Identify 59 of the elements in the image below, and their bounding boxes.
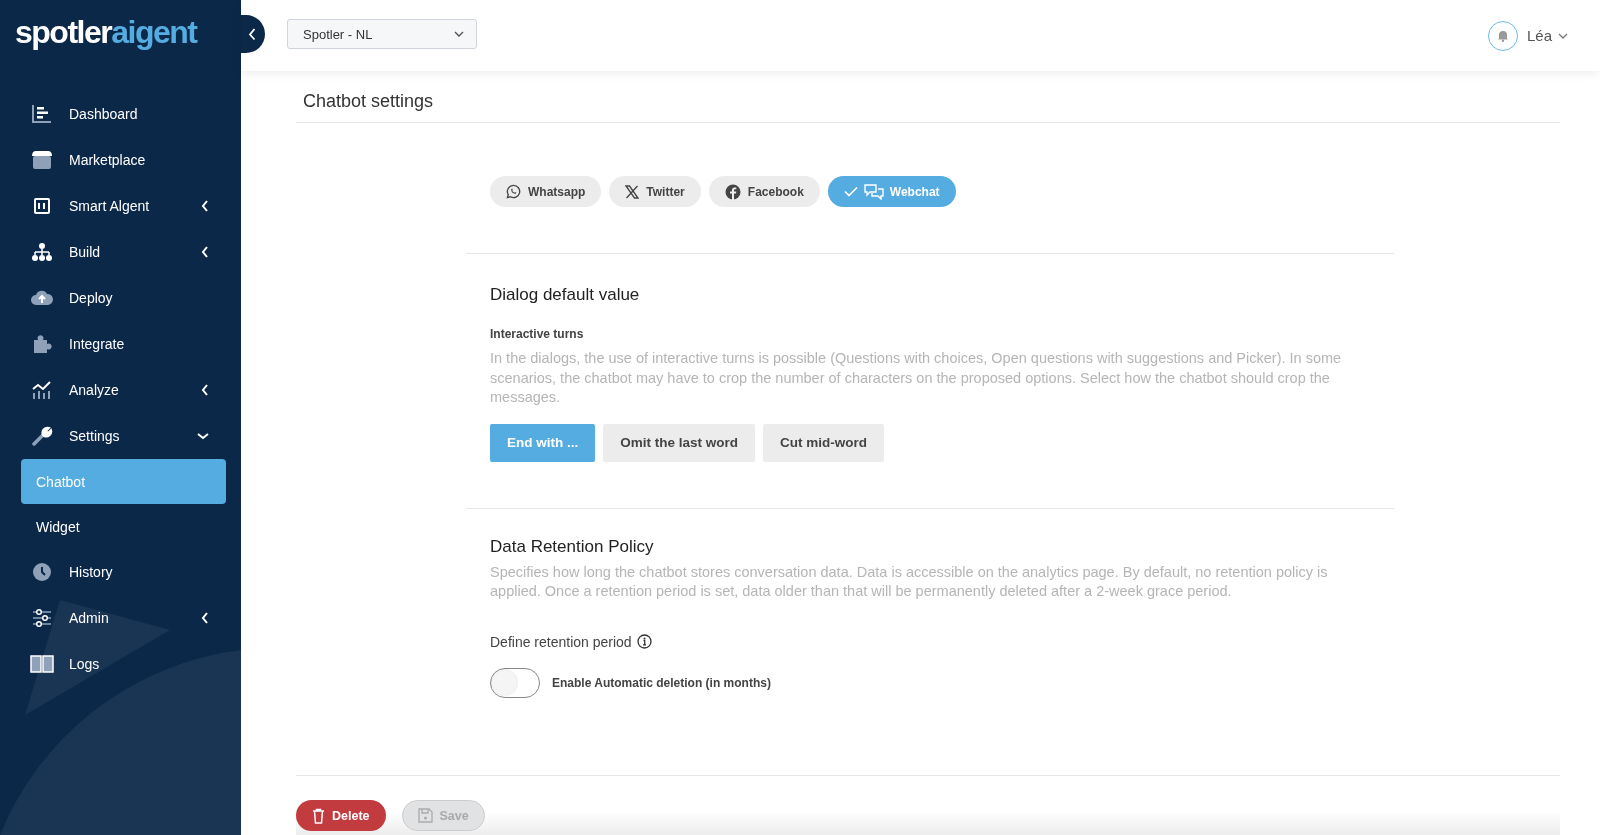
delete-button[interactable]: Delete: [296, 800, 386, 831]
field-label: Interactive turns: [490, 327, 585, 341]
puzzle-icon: [31, 334, 53, 354]
channel-chip[interactable]: Twitter: [609, 176, 701, 207]
hierarchy-icon: [31, 242, 53, 262]
section-title: Dialog default value: [490, 285, 641, 305]
sidebar-subitem[interactable]: Widget: [21, 504, 226, 549]
x-logo-icon: [625, 184, 640, 199]
check-icon: [843, 186, 858, 197]
chat-bubbles-icon: [863, 183, 884, 200]
clock-icon: [31, 562, 53, 582]
sidebar-item[interactable]: Integrate: [0, 321, 241, 367]
toggle-switch[interactable]: [490, 667, 540, 698]
sidebar-item[interactable]: Marketplace: [0, 137, 241, 183]
sidebar-item[interactable]: Analyze: [0, 367, 241, 413]
chevron-down-icon: [197, 432, 209, 440]
dashboard-icon: [31, 104, 53, 124]
cloud-upload-icon: [30, 288, 54, 308]
channel-chip[interactable]: Facebook: [708, 176, 820, 207]
chevron-left-icon: [201, 200, 209, 212]
trash-icon: [312, 807, 325, 824]
wrench-icon: [31, 426, 53, 446]
chevron-left-icon: [201, 246, 209, 258]
sidebar-item[interactable]: Settings: [0, 413, 241, 459]
store-icon: [31, 150, 53, 170]
whatsapp-icon: [506, 184, 521, 199]
section-description: In the dialogs, the use of interactive turns is possible (Questions with choices, Open questions with suggestions and Picker). In some scenarios, the chatbot may have to crop the number of characters on the proposed options. Select how the chatbot should crop the messages.: [490, 349, 1343, 407]
chevron-left-icon: [201, 612, 209, 624]
notifications-button[interactable]: [1487, 20, 1518, 51]
chevron-left-icon: [248, 27, 256, 41]
section-description: Specifies how long the chatbot stores conversation data. Data is accessible on the analytics page. By default, no retention policy is applied. Once a retention period is set, data older than that will be permanently deleted after a 2-week grace period.: [490, 562, 1329, 601]
crop-option-button[interactable]: Omit the last word: [603, 423, 755, 462]
logo: spotleraigent: [15, 14, 197, 51]
collapse-sidebar-button[interactable]: [241, 15, 265, 53]
user-menu[interactable]: Léa: [1526, 27, 1568, 44]
field-label: Define retention period: [490, 633, 632, 650]
sidebar-item[interactable]: Build: [0, 229, 241, 275]
chevron-down-icon: [1558, 32, 1568, 39]
facebook-icon: [724, 183, 741, 200]
book-icon: [30, 654, 54, 674]
workspace-dropdown[interactable]: Spotler - NL: [287, 19, 477, 49]
sidebar-item[interactable]: History: [0, 549, 241, 595]
sidebar-item[interactable]: Smart Algent: [0, 183, 241, 229]
sidebar-item[interactable]: Admin: [0, 595, 241, 641]
crop-option-button[interactable]: Cut mid-word: [763, 423, 884, 462]
page-title: Chatbot settings: [296, 71, 1560, 123]
chevron-left-icon: [201, 384, 209, 396]
chart-icon: [31, 380, 53, 400]
sliders-icon: [31, 608, 53, 628]
channel-chip[interactable]: Whatsapp: [490, 176, 602, 207]
section-title: Data Retention Policy: [490, 536, 655, 557]
info-icon: [636, 634, 652, 649]
bell-icon: [1496, 29, 1509, 42]
toggle-label: Enable Automatic deletion (in months): [552, 675, 771, 690]
chevron-down-icon: [454, 31, 464, 37]
sidebar-item[interactable]: Dashboard: [0, 91, 241, 137]
sidebar-item[interactable]: Logs: [0, 641, 241, 687]
sidebar-item[interactable]: Deploy: [0, 275, 241, 321]
floppy-disk-icon: [417, 808, 433, 823]
